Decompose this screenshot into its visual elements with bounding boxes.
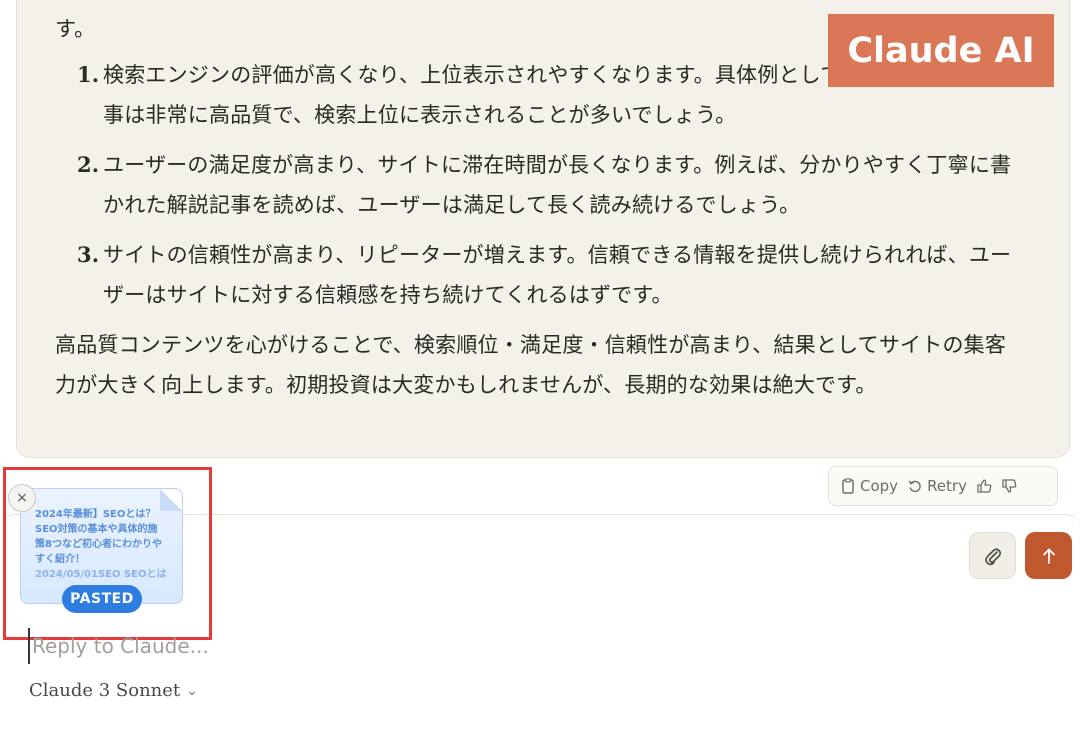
paperclip-icon: [984, 547, 1001, 565]
arrow-up-icon: [1042, 548, 1055, 564]
bottom-strip: [0, 718, 1080, 750]
thumbs-down-button[interactable]: [1002, 479, 1017, 493]
model-selector[interactable]: Claude 3 Sonnet ⌄: [29, 680, 198, 701]
copy-icon: [842, 478, 854, 494]
thumbs-up-icon: [977, 479, 992, 493]
model-name: Claude 3 Sonnet: [29, 680, 181, 701]
copy-button[interactable]: Copy: [841, 477, 898, 495]
chevron-down-icon: ⌄: [186, 682, 198, 699]
list-item-text: サイトの信頼性が高まり、リピーターが増えます。信頼できる情報を提供し続けられれば…: [103, 243, 1012, 307]
thumbs-up-button[interactable]: [977, 479, 992, 493]
message-list: 1. 検索エンジンの評価が高くなり、上位表示されやすくなります。具体例として、Wi…: [55, 55, 1015, 315]
message-closing: 高品質コンテンツを心がけることで、検索順位・満足度・信頼性が高まり、結果としてサ…: [55, 333, 1007, 397]
list-item: 3. サイトの信頼性が高まり、リピーターが増えます。信頼できる情報を提供し続けられ…: [55, 235, 1015, 315]
send-button[interactable]: [1025, 532, 1072, 579]
message-actions-bar: Copy Retry: [828, 466, 1058, 506]
thumbs-down-icon: [1002, 479, 1017, 493]
list-number: 3.: [77, 242, 100, 267]
copy-label: Copy: [860, 477, 899, 495]
attach-file-button[interactable]: [969, 532, 1016, 579]
retry-button[interactable]: Retry: [908, 477, 967, 495]
retry-icon: [908, 480, 921, 493]
retry-label: Retry: [927, 477, 967, 495]
highlight-box: [3, 467, 212, 640]
reply-input[interactable]: [28, 628, 928, 664]
list-number: 1.: [77, 62, 100, 87]
list-item: 2. ユーザーの満足度が高まり、サイトに滞在時間が長くなります。例えば、分かりやす…: [55, 145, 1015, 225]
list-number: 2.: [77, 152, 100, 177]
list-item-text: ユーザーの満足度が高まり、サイトに滞在時間が長くなります。例えば、分かりやすく丁…: [103, 153, 1012, 217]
claude-ai-badge: Claude AI: [828, 14, 1054, 87]
